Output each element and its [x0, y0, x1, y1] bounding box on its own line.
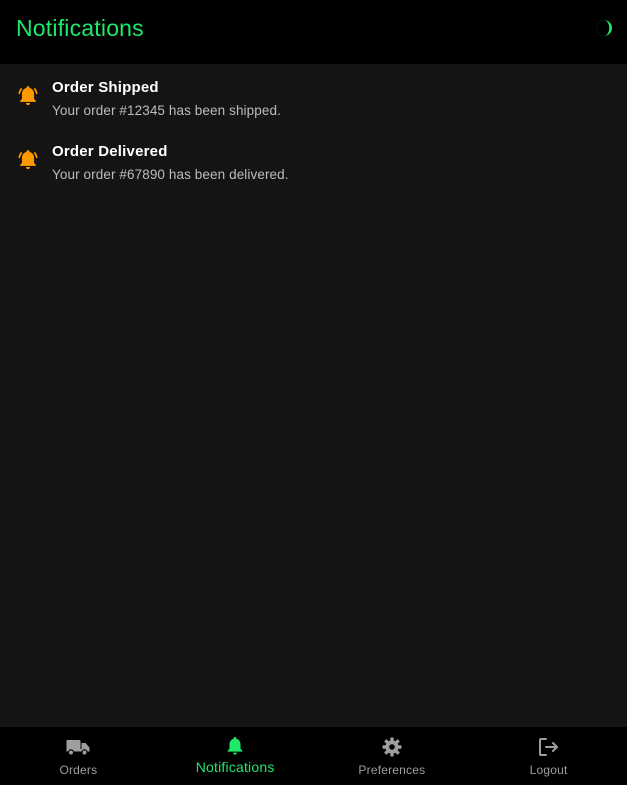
nav-item-orders[interactable]: Orders [0, 727, 157, 785]
app-header: Notifications [0, 0, 627, 64]
theme-toggle-button[interactable] [593, 17, 615, 39]
notification-body: Your order #67890 has been delivered. [52, 167, 289, 182]
bottom-navigation: Orders Notifications Preferences Logout [0, 727, 627, 785]
half-moon-icon [596, 20, 612, 36]
nav-label-orders: Orders [59, 763, 98, 777]
nav-label-logout: Logout [529, 763, 568, 777]
nav-label-notifications: Notifications [195, 759, 275, 775]
notification-title: Order Delivered [52, 143, 168, 160]
notification-item[interactable]: Order Delivered Your order #67890 has be… [0, 128, 627, 192]
nav-item-preferences[interactable]: Preferences [314, 727, 471, 785]
gear-icon [382, 737, 402, 757]
notification-item[interactable]: Order Shipped Your order #12345 has been… [0, 64, 627, 128]
page-title: Notifications [16, 14, 144, 41]
bell-ringing-icon [18, 86, 38, 106]
bell-icon [227, 737, 243, 755]
nav-item-logout[interactable]: Logout [470, 727, 627, 785]
logout-icon [538, 738, 558, 756]
truck-icon [66, 740, 90, 756]
bell-ringing-icon [18, 150, 38, 170]
nav-label-preferences: Preferences [358, 763, 426, 777]
notifications-screen: Notifications Order Shipped Your order #… [0, 0, 627, 785]
notification-title: Order Shipped [52, 79, 159, 96]
notification-body: Your order #12345 has been shipped. [52, 103, 281, 118]
nav-item-notifications[interactable]: Notifications [157, 727, 314, 785]
notification-list: Order Shipped Your order #12345 has been… [0, 64, 627, 192]
